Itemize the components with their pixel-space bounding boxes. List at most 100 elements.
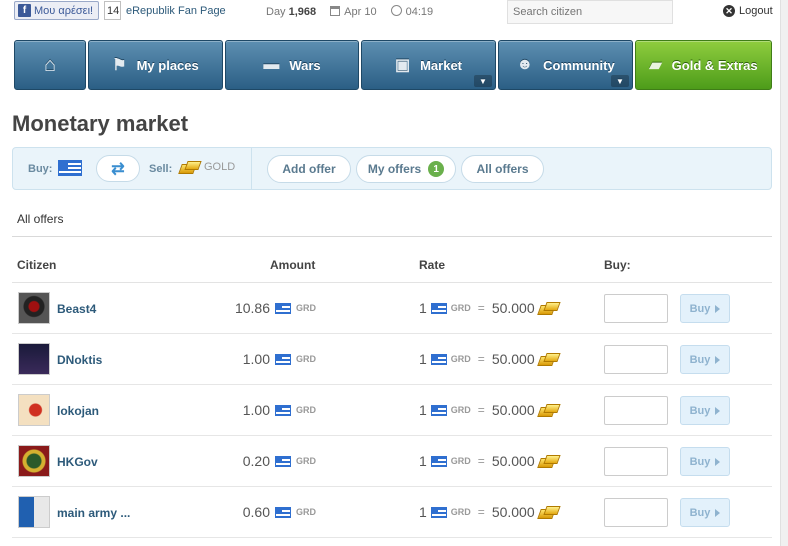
greece-flag-icon[interactable] [58, 160, 82, 176]
offer-rate: 1 GRD = 50.000 [419, 453, 559, 469]
offer-amount: 0.60 GRD [242, 504, 316, 520]
greece-flag-icon [275, 455, 291, 467]
my-offers-count-badge: 1 [428, 161, 445, 177]
buy-quantity-input[interactable] [604, 447, 668, 476]
gold-icon [539, 302, 559, 314]
facebook-icon: f [18, 4, 31, 17]
offer-rate: 1 GRD = 50.000 [419, 504, 559, 520]
offer-amount: 1.00 GRD [242, 351, 316, 367]
date-indicator: Apr 10 [330, 5, 377, 18]
day-value: 1,968 [288, 5, 317, 18]
exchange-toolbar: Buy: ⇄ Sell: GOLD Add offer My offers 1 … [12, 147, 772, 190]
table-row: lokojan 1.00 GRD 1 GRD = 50.000 Buy [12, 385, 772, 436]
gold-icon [539, 455, 559, 467]
main-nav: ⌂ ⚑ My places ▬ Wars ▣ Market ▼ ☻ Commun… [14, 40, 772, 90]
buy-button[interactable]: Buy [680, 498, 730, 527]
clock-icon [390, 5, 402, 16]
close-icon: ✕ [723, 5, 735, 17]
greece-flag-icon [275, 506, 291, 518]
logout-link[interactable]: ✕ Logout [723, 5, 773, 17]
buy-label: Buy: [28, 163, 53, 175]
gold-icon [539, 506, 559, 518]
table-row: HKGov 0.20 GRD 1 GRD = 50.000 Buy [12, 436, 772, 487]
greece-flag-icon [430, 302, 447, 314]
gold-icon [180, 161, 200, 173]
swap-arrows-icon: ⇄ [111, 160, 125, 178]
offer-amount: 1.00 GRD [242, 402, 316, 418]
all-offers-button[interactable]: All offers [461, 155, 544, 183]
nav-community[interactable]: ☻ Community ▼ [498, 40, 633, 90]
calendar-icon [330, 5, 341, 16]
nav-home[interactable]: ⌂ [14, 40, 86, 90]
nav-market[interactable]: ▣ Market ▼ [361, 40, 496, 90]
avatar[interactable] [18, 394, 50, 426]
table-row: DNoktis 1.00 GRD 1 GRD = 50.000 Buy [12, 334, 772, 385]
buy-quantity-input[interactable] [604, 498, 668, 527]
my-offers-button[interactable]: My offers 1 [356, 155, 456, 183]
chevron-down-icon[interactable]: ▼ [474, 75, 492, 87]
play-arrow-icon [715, 406, 721, 415]
page-title: Monetary market [12, 111, 189, 136]
sell-label: Sell: [149, 163, 173, 175]
column-header-citizen: Citizen [17, 258, 57, 272]
scrollbar[interactable] [780, 0, 788, 546]
citizen-link[interactable]: DNoktis [57, 353, 102, 367]
play-arrow-icon [715, 304, 721, 313]
column-header-amount: Amount [270, 258, 316, 272]
toolbar-divider [251, 148, 252, 189]
buy-quantity-input[interactable] [604, 345, 668, 374]
offer-amount: 0.20 GRD [242, 453, 316, 469]
avatar[interactable] [18, 343, 50, 375]
gold-bars-icon: ▰ [649, 57, 662, 74]
nav-my-places[interactable]: ⚑ My places [88, 40, 223, 90]
shopping-bag-icon: ▣ [394, 57, 411, 74]
nav-gold-extras[interactable]: ▰ Gold & Extras [635, 40, 772, 90]
buy-button[interactable]: Buy [680, 294, 730, 323]
citizen-link[interactable]: lokojan [57, 404, 99, 418]
greece-flag-icon [430, 353, 447, 365]
column-header-buy: Buy: [604, 258, 631, 272]
avatar[interactable] [18, 292, 50, 324]
sell-currency[interactable]: GOLD [180, 161, 235, 173]
fan-page-link[interactable]: eRepublik Fan Page [126, 5, 226, 17]
like-count: 14 [104, 1, 121, 20]
home-icon: ⌂ [43, 53, 57, 76]
chevron-down-icon[interactable]: ▼ [611, 75, 629, 87]
buy-button[interactable]: Buy [680, 396, 730, 425]
nav-wars[interactable]: ▬ Wars [225, 40, 359, 90]
avatar[interactable] [18, 445, 50, 477]
buy-quantity-input[interactable] [604, 396, 668, 425]
buy-quantity-input[interactable] [604, 294, 668, 323]
play-arrow-icon [715, 508, 721, 517]
table-row: main army ... 0.60 GRD 1 GRD = 50.000 Buy [12, 487, 772, 538]
greece-flag-icon [275, 302, 291, 314]
add-offer-button[interactable]: Add offer [267, 155, 351, 183]
divider [12, 236, 772, 237]
like-label: Μου αρέσει! [34, 4, 94, 17]
time-indicator: 04:19 [390, 5, 433, 18]
avatar[interactable] [18, 496, 50, 528]
column-header-rate: Rate [419, 258, 446, 272]
buy-button[interactable]: Buy [680, 345, 730, 374]
facebook-like-button[interactable]: f Μου αρέσει! [14, 1, 99, 20]
greece-flag-icon [275, 353, 291, 365]
flag-icon: ⚑ [112, 57, 127, 74]
citizen-link[interactable]: Beast4 [57, 302, 96, 316]
top-bar: f Μου αρέσει! 14 eRepublik Fan Page Day … [0, 0, 788, 30]
search-citizen-input[interactable] [507, 0, 673, 24]
greece-flag-icon [430, 455, 447, 467]
play-arrow-icon [715, 457, 721, 466]
offer-rate: 1 GRD = 50.000 [419, 402, 559, 418]
greece-flag-icon [275, 404, 291, 416]
gold-icon [539, 404, 559, 416]
game-clock: Day 1,968 Apr 10 04:19 [266, 5, 433, 18]
swap-currency-button[interactable]: ⇄ [96, 155, 140, 182]
day-indicator: Day 1,968 [266, 5, 317, 18]
greece-flag-icon [430, 506, 447, 518]
buy-button[interactable]: Buy [680, 447, 730, 476]
section-title: All offers [17, 212, 64, 226]
table-row: Beast4 10.86 GRD 1 GRD = 50.000 Buy [12, 283, 772, 334]
offer-amount: 10.86 GRD [234, 300, 316, 316]
citizen-link[interactable]: HKGov [57, 455, 98, 469]
citizen-link[interactable]: main army ... [57, 506, 130, 520]
